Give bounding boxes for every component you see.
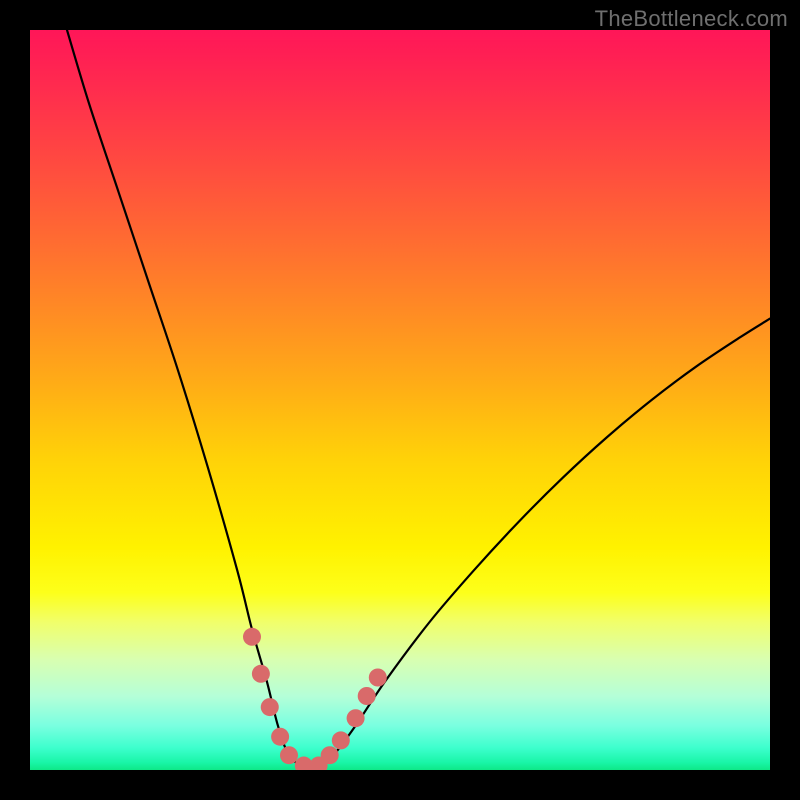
highlight-dot [271,728,289,746]
highlight-dot [321,746,339,764]
highlight-dot [369,669,387,687]
watermark-text: TheBottleneck.com [595,6,788,32]
highlight-dot [332,731,350,749]
highlight-dot [280,746,298,764]
highlight-dots [243,628,387,770]
highlight-dot [252,665,270,683]
highlight-dot [358,687,376,705]
highlight-dot [243,628,261,646]
bottleneck-curve [67,30,770,768]
highlight-dot [261,698,279,716]
plot-area [30,30,770,770]
highlight-dot [347,709,365,727]
chart-svg [30,30,770,770]
